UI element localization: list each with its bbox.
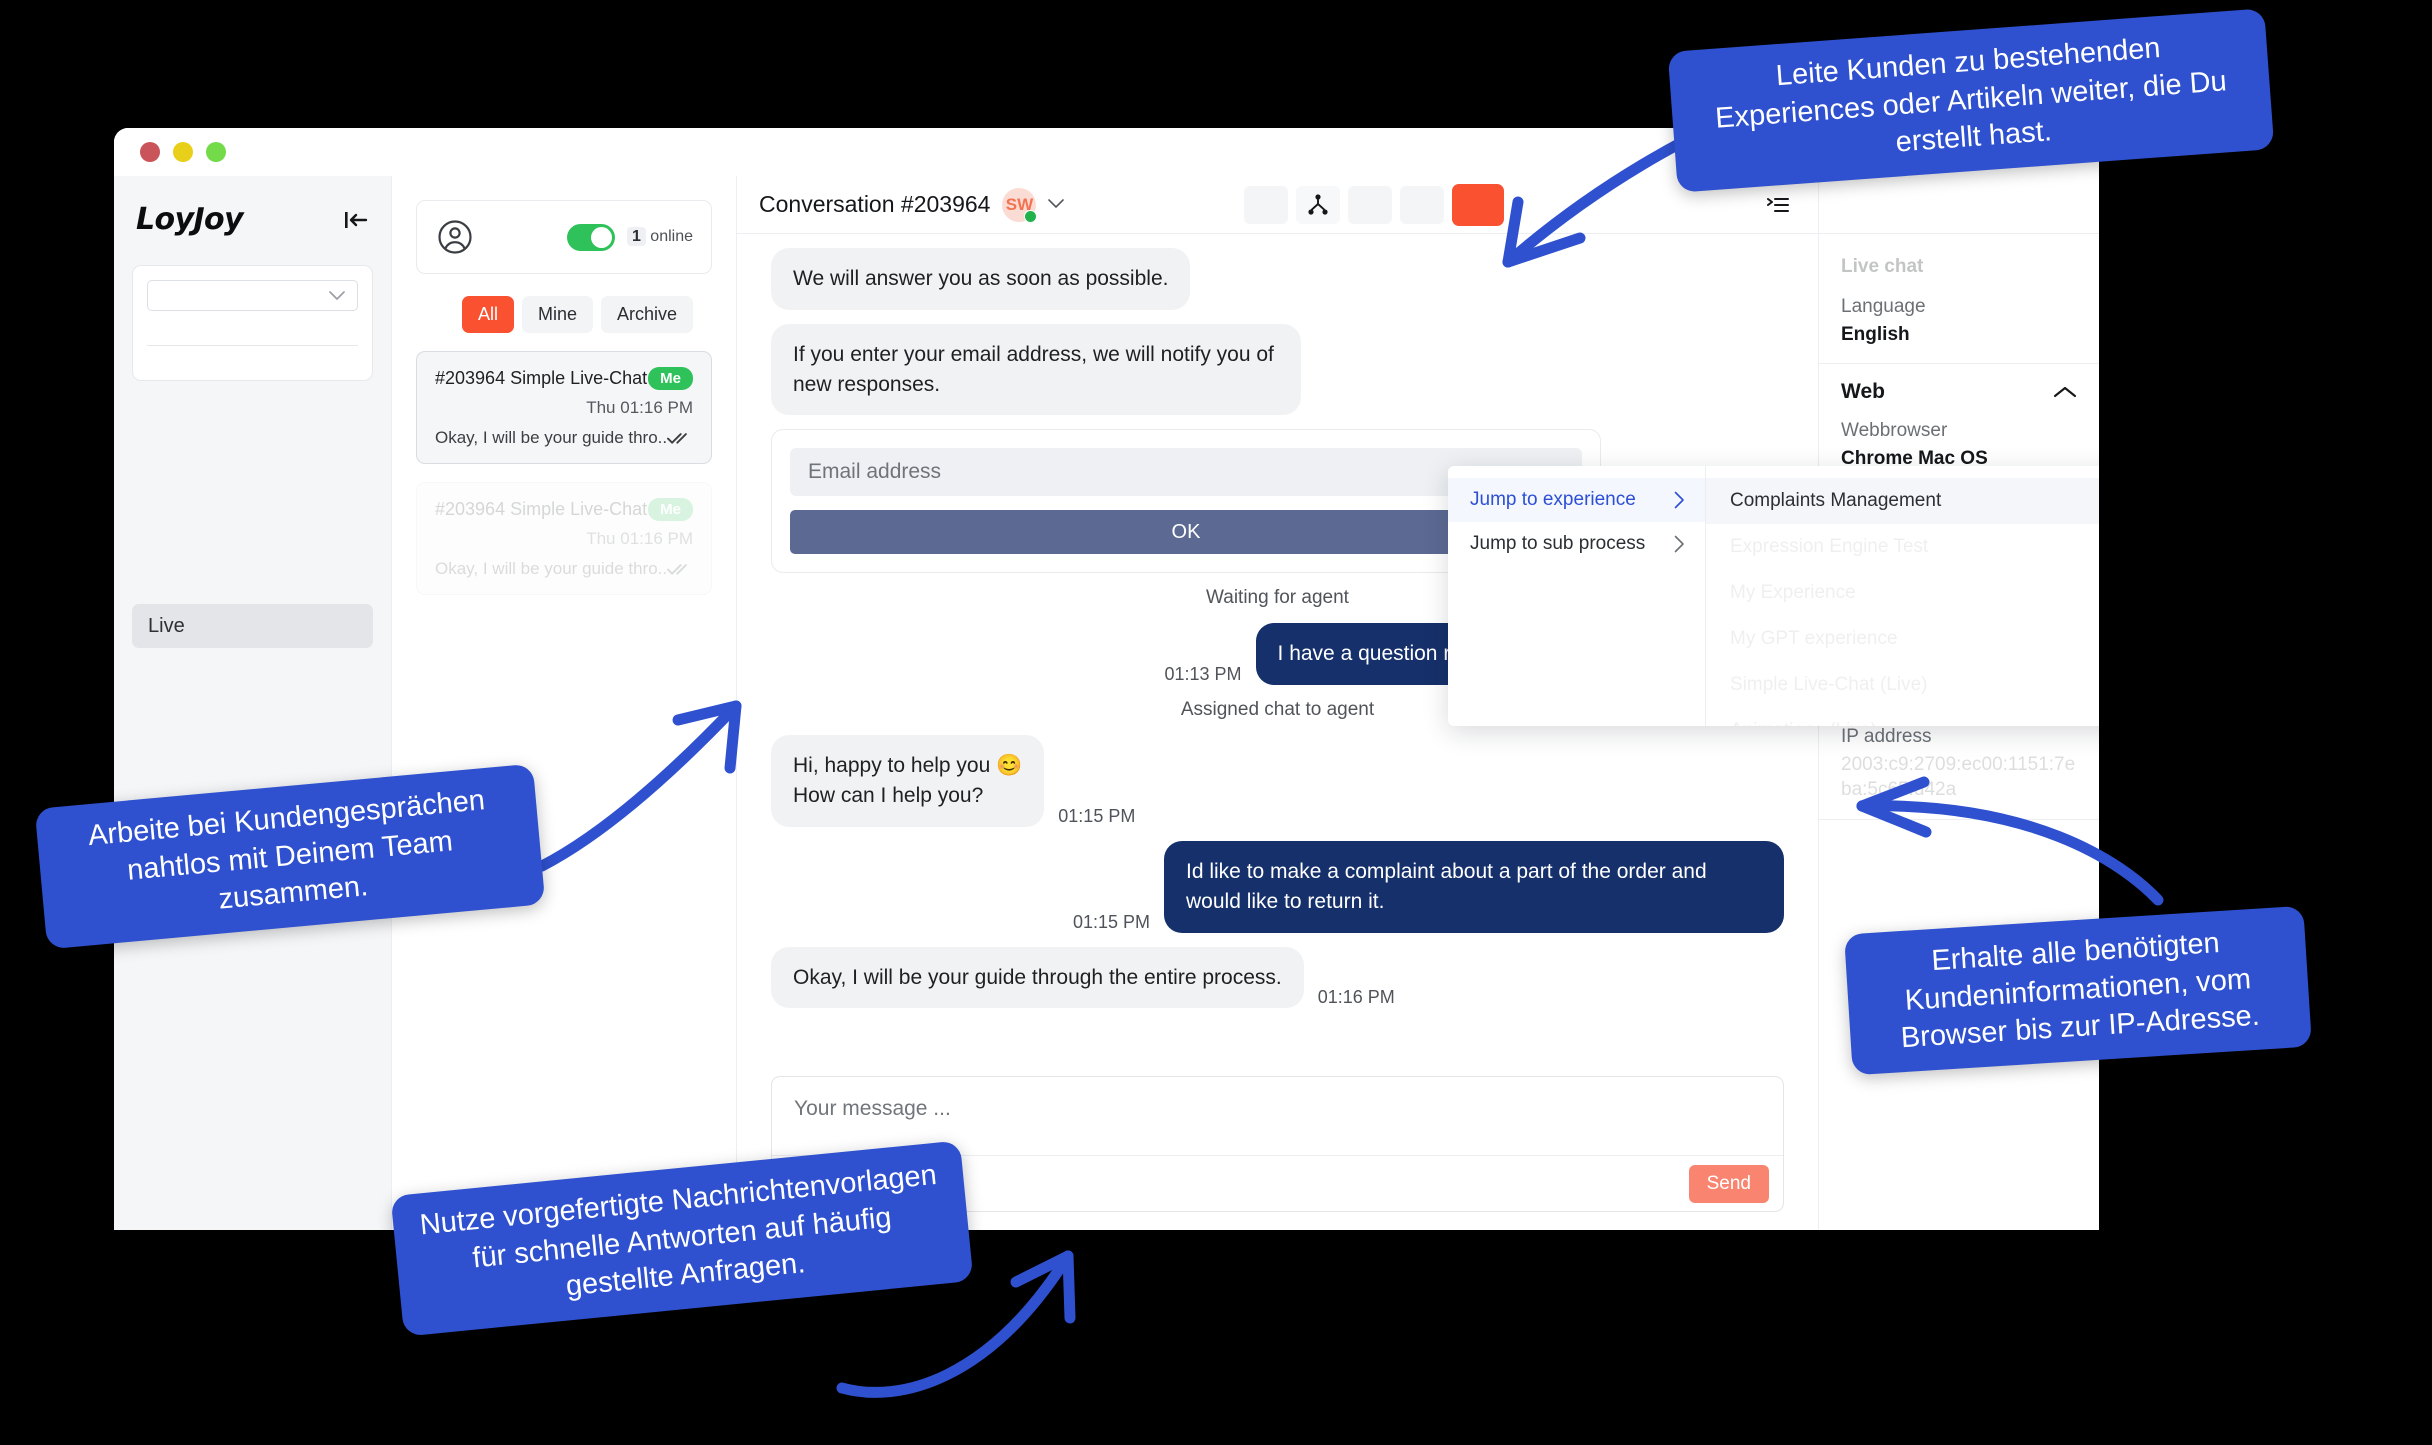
conversation-item-badge: Me (648, 498, 693, 521)
agent-message-bubble: Okay, I will be your guide through the e… (771, 946, 1304, 1009)
message-timestamp: 01:16 PM (1317, 987, 1395, 1008)
double-check-icon (667, 433, 688, 444)
user-message-bubble: Id like to make a complaint about a part… (1164, 840, 1784, 933)
message-timestamp: 01:15 PM (1058, 805, 1136, 826)
jump-menu-submenu: Complaints Management Expression Engine … (1706, 466, 2099, 726)
jump-submenu-item[interactable]: My GPT experience (1706, 616, 2099, 662)
chat-row: If you enter your email address, we will… (771, 323, 1784, 416)
arrow-to-details-panel (1856, 776, 2164, 906)
app-window: LoyJoy Live 1 online All Mine Archive #2… (114, 128, 2099, 1230)
flow-branch-icon (1308, 193, 1329, 215)
jump-dropdown-menu: Jump to experience Jump to sub process C… (1448, 466, 2099, 726)
blank-tool-1-button[interactable] (1244, 185, 1289, 224)
chat-row: 01:15 PM Id like to make a complaint abo… (771, 840, 1784, 933)
agent-message-bubble: Hi, happy to help you 😊 How can I help y… (771, 735, 1045, 827)
message-timestamp: 01:13 PM (1164, 664, 1242, 685)
conversation-item-header: #203964 Simple Live-Chat ... Me (435, 498, 693, 521)
chat-row: Hi, happy to help you 😊 How can I help y… (771, 735, 1784, 827)
assignee-avatar[interactable]: SW (1002, 187, 1038, 223)
conversation-item-header: #203964 Simple Live-Chat ... Me (435, 367, 693, 390)
bot-message-bubble: If you enter your email address, we will… (771, 323, 1301, 416)
sidebar-card-divider (147, 345, 358, 346)
message-timestamp: 01:15 PM (1072, 911, 1150, 932)
sidebar-header: LoyJoy (132, 196, 373, 237)
sidebar-select[interactable] (147, 280, 358, 311)
chevron-up-icon[interactable] (2053, 385, 2077, 399)
collapse-left-glyph (345, 211, 368, 228)
conversation-filters: All Mine Archive (416, 296, 712, 333)
bot-message-bubble: We will answer you as soon as possible. (771, 248, 1191, 310)
conversation-item-title: #203964 Simple Live-Chat ... (435, 368, 649, 388)
chevron-right-icon (1674, 491, 1684, 509)
conversation-list-item[interactable]: #203964 Simple Live-Chat ... Me Thu 01:1… (416, 351, 712, 464)
online-count: 1 (626, 227, 646, 246)
details-section-general: Live chat Language English (1819, 234, 2099, 365)
online-count-label: 1 online (626, 227, 693, 246)
agent-status-right: 1 online (566, 223, 693, 251)
callout-jump-to-experience: Leite Kunden zu bestehenden Experiences … (1667, 8, 2275, 193)
jump-to-experience-item[interactable]: Jump to experience (1448, 478, 1705, 522)
collapse-right-icon[interactable] (1758, 187, 1798, 223)
conversation-item-footer: Okay, I will be your guide thro... (435, 428, 693, 448)
detail-webbrowser-key: Webbrowser (1841, 420, 1948, 442)
jump-item-label: Jump to experience (1470, 489, 1636, 510)
conversation-item-footer: Okay, I will be your guide thro... (435, 559, 693, 579)
arrow-to-conversation-list (536, 700, 742, 872)
details-web-header[interactable]: Web (1841, 380, 2077, 404)
chevron-down-glyph (1048, 198, 1065, 208)
collapse-left-icon[interactable] (341, 205, 371, 235)
conversation-item-title: #203964 Simple Live-Chat ... (435, 499, 649, 519)
jump-menu-primary: Jump to experience Jump to sub process (1448, 466, 1706, 726)
jump-submenu-item[interactable]: Expression Engine Test (1706, 524, 2099, 570)
details-web-title: Web (1841, 380, 1885, 404)
chevron-down-icon[interactable] (1048, 196, 1065, 214)
maximize-window-button[interactable] (206, 142, 226, 162)
sidebar-item-live[interactable]: Live (132, 604, 373, 648)
chat-row: Okay, I will be your guide through the e… (771, 946, 1784, 1009)
jump-submenu-item[interactable]: Animations (Live) (1706, 708, 2099, 726)
detail-live-chat-label: Live chat (1841, 256, 1924, 277)
jump-to-sub-process-item[interactable]: Jump to sub process (1448, 522, 1705, 566)
detail-language-key: Language (1841, 295, 1926, 317)
collapse-right-glyph (1767, 197, 1789, 212)
conversation-item-preview: Okay, I will be your guide thro... (435, 428, 668, 447)
conversation-item-badge: Me (648, 367, 693, 390)
conversation-item-time: Thu 01:16 PM (586, 398, 693, 417)
jump-submenu-item[interactable]: Simple Live-Chat (Live) (1706, 662, 2099, 708)
blank-tool-2-button[interactable] (1348, 185, 1393, 224)
online-label: online (650, 228, 693, 245)
jump-submenu-item[interactable]: My Experience (1706, 570, 2099, 616)
filter-all[interactable]: All (462, 296, 515, 333)
chevron-down-icon (329, 290, 345, 300)
filter-archive[interactable]: Archive (601, 296, 694, 333)
send-button[interactable]: Send (1688, 1164, 1769, 1203)
callout-customer-information: Erhalte alle benötigten Kundeninformatio… (1844, 905, 2312, 1076)
left-sidebar: LoyJoy Live (114, 176, 392, 1230)
jump-submenu-item[interactable]: Complaints Management (1706, 478, 2099, 524)
conversation-item-time: Thu 01:16 PM (586, 529, 693, 548)
online-toggle[interactable] (566, 223, 615, 251)
conversation-list-item[interactable]: #203964 Simple Live-Chat ... Me Thu 01:1… (416, 482, 712, 595)
brand-logo: LoyJoy (136, 202, 244, 237)
jump-item-label: Jump to sub process (1470, 533, 1646, 554)
minimize-window-button[interactable] (173, 142, 193, 162)
sidebar-item-label: Live (148, 614, 185, 637)
sidebar-filter-card (132, 265, 373, 381)
close-window-button[interactable] (140, 142, 160, 162)
user-circle-icon (438, 220, 472, 254)
detail-language-value: English (1841, 323, 1910, 345)
jump-flow-tool-button[interactable] (1296, 185, 1341, 224)
agent-status-card: 1 online (416, 200, 712, 274)
double-check-icon (667, 564, 688, 575)
filter-mine[interactable]: Mine (522, 296, 594, 333)
chevron-right-icon (1674, 535, 1684, 553)
conversation-item-preview: Okay, I will be your guide thro... (435, 559, 668, 578)
page-title: Conversation #203964 (759, 191, 991, 217)
details-panel-header (1819, 176, 2099, 234)
